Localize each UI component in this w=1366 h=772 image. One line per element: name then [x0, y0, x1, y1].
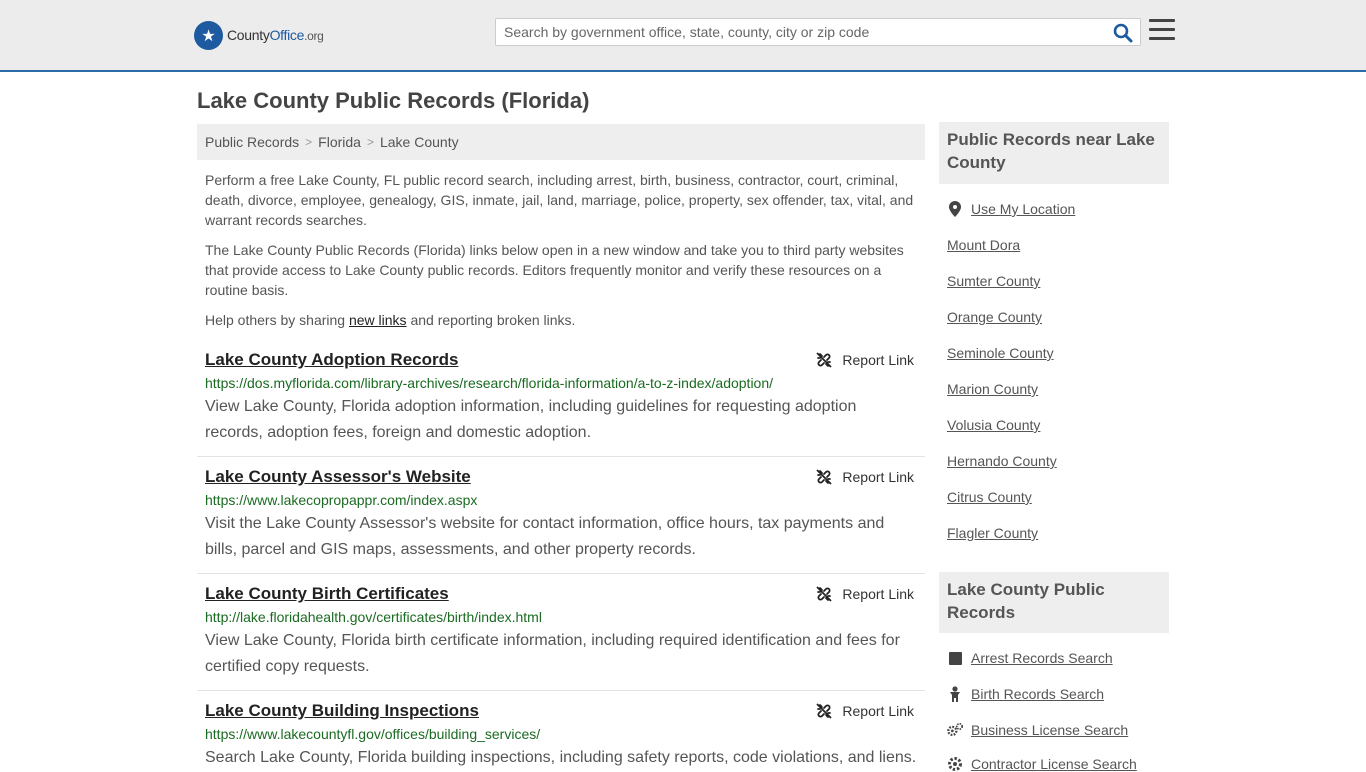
- birth-records-search-link[interactable]: Birth Records Search: [947, 686, 1104, 702]
- use-my-location-link[interactable]: Use My Location: [947, 201, 1075, 217]
- search-icon[interactable]: [1113, 23, 1133, 43]
- broken-link-icon: [816, 469, 833, 485]
- nearby-link-flagler-county[interactable]: Flagler County: [947, 525, 1038, 541]
- square-icon: [947, 650, 963, 666]
- record-url: https://www.lakecopropappr.com/index.asp…: [205, 492, 478, 508]
- record-title-link[interactable]: Lake County Adoption Records: [205, 350, 458, 370]
- logo-text-org: .org: [304, 29, 324, 43]
- record-title-link[interactable]: Lake County Assessor's Website: [205, 467, 471, 487]
- new-links-link[interactable]: new links: [349, 312, 407, 328]
- nearby-link-mount-dora[interactable]: Mount Dora: [947, 237, 1020, 253]
- site-header: ★ CountyOffice.org: [0, 0, 1366, 72]
- record-description: Search Lake County, Florida building ins…: [205, 749, 917, 766]
- intro-paragraph-2: The Lake County Public Records (Florida)…: [205, 242, 904, 298]
- search-bar: [495, 18, 1141, 46]
- logo-text-county: County: [227, 27, 270, 43]
- record-item: Lake County Building Inspections Report …: [197, 701, 925, 768]
- logo-text-office: Office: [269, 27, 305, 43]
- nearby-link-seminole-county[interactable]: Seminole County: [947, 345, 1054, 361]
- nearby-link-marion-county[interactable]: Marion County: [947, 381, 1038, 397]
- record-title-link[interactable]: Lake County Birth Certificates: [205, 584, 449, 604]
- breadcrumb-lake-county[interactable]: Lake County: [380, 134, 459, 150]
- report-link-button[interactable]: Report Link: [816, 586, 914, 602]
- record-url: https://www.lakecountyfl.gov/offices/bui…: [205, 726, 541, 742]
- nearby-link-citrus-county[interactable]: Citrus County: [947, 489, 1032, 505]
- site-logo[interactable]: ★ CountyOffice.org: [194, 20, 324, 50]
- nearby-link-sumter-county[interactable]: Sumter County: [947, 273, 1040, 289]
- breadcrumb-separator: >: [305, 135, 313, 149]
- intro-paragraph-3: Help others by sharing new links and rep…: [205, 312, 576, 328]
- record-url: http://lake.floridahealth.gov/certificat…: [205, 609, 542, 625]
- record-description: Visit the Lake County Assessor's website…: [205, 515, 885, 558]
- hamburger-menu-icon[interactable]: [1149, 19, 1175, 43]
- broken-link-icon: [816, 586, 833, 602]
- record-item: Lake County Adoption Records Report Link…: [197, 350, 925, 457]
- record-url: https://dos.myflorida.com/library-archiv…: [205, 375, 774, 391]
- broken-link-icon: [816, 703, 833, 719]
- record-description: View Lake County, Florida adoption infor…: [205, 398, 857, 441]
- breadcrumb-public-records[interactable]: Public Records: [205, 134, 299, 150]
- nearby-link-orange-county[interactable]: Orange County: [947, 309, 1042, 325]
- record-description: View Lake County, Florida birth certific…: [205, 632, 900, 675]
- sidebar-records-heading: Lake County Public Records: [939, 572, 1169, 633]
- sidebar-nearby-heading: Public Records near Lake County: [939, 122, 1169, 184]
- record-title-link[interactable]: Lake County Building Inspections: [205, 701, 479, 721]
- nearby-link-volusia-county[interactable]: Volusia County: [947, 417, 1040, 433]
- breadcrumb-florida[interactable]: Florida: [318, 134, 361, 150]
- intro-paragraph-1: Perform a free Lake County, FL public re…: [205, 172, 914, 228]
- record-item: Lake County Birth Certificates Report Li…: [197, 584, 925, 691]
- search-input[interactable]: [496, 19, 1106, 45]
- gears-icon: [947, 722, 963, 738]
- breadcrumb-separator: >: [366, 135, 374, 149]
- report-link-button[interactable]: Report Link: [816, 352, 914, 368]
- gear-icon: [947, 756, 963, 772]
- baby-icon: [947, 686, 963, 702]
- business-license-search-link[interactable]: Business License Search: [947, 722, 1128, 738]
- record-item: Lake County Assessor's Website Report Li…: [197, 467, 925, 574]
- contractor-license-search-link[interactable]: Contractor License Search: [947, 756, 1137, 772]
- report-link-button[interactable]: Report Link: [816, 703, 914, 719]
- nearby-link-hernando-county[interactable]: Hernando County: [947, 453, 1057, 469]
- breadcrumb: Public Records > Florida > Lake County: [197, 124, 925, 160]
- logo-badge-icon: ★: [194, 20, 223, 50]
- report-link-button[interactable]: Report Link: [816, 469, 914, 485]
- broken-link-icon: [816, 352, 833, 368]
- arrest-records-search-link[interactable]: Arrest Records Search: [947, 650, 1113, 666]
- map-marker-icon: [947, 201, 963, 217]
- page-title: Lake County Public Records (Florida): [197, 88, 590, 113]
